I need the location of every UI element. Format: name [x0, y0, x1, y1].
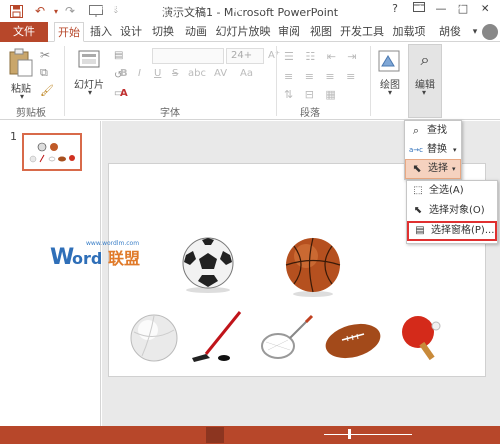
underline-button[interactable]: U [154, 68, 161, 79]
new-slide-dropdown-icon[interactable]: ▾ [80, 88, 100, 97]
replace-label: 替换 [427, 144, 447, 155]
football-image[interactable] [322, 318, 384, 364]
cut-icon[interactable]: ✂ [40, 48, 50, 62]
user-name[interactable]: 胡俊 [434, 22, 466, 42]
tab-transitions[interactable]: 切换 [150, 22, 176, 42]
slide-sorter-icon[interactable]: ▦ [232, 3, 241, 14]
paste-icon[interactable] [8, 48, 34, 78]
tab-slideshow[interactable]: 幻灯片放映 [214, 22, 272, 42]
replace-icon: a→c [409, 146, 424, 154]
group-label-clipboard: 剪贴板 [16, 108, 46, 119]
draw-dropdown-icon[interactable]: ▾ [380, 88, 400, 97]
soccer-ball-image[interactable] [178, 235, 238, 295]
help-button[interactable]: ? [386, 2, 404, 18]
select-menu-item[interactable]: ⬉ 选择 ▾ [405, 159, 461, 179]
new-slide-icon[interactable] [78, 50, 100, 72]
tab-file[interactable]: 文件 [0, 22, 48, 42]
bold-button[interactable]: B [120, 68, 128, 79]
tab-addins[interactable]: 加载项 [390, 22, 428, 42]
change-case-button[interactable]: Aa [240, 68, 253, 79]
grow-font-icon[interactable]: A⁺ [268, 50, 280, 61]
font-name-box[interactable] [152, 48, 224, 64]
text-direction-icon[interactable]: ⇅ ⊟ ▦ [284, 88, 340, 101]
select-all-label: 全选(A) [429, 185, 464, 196]
volleyball-image[interactable] [128, 312, 180, 364]
badminton-racket-image[interactable] [258, 312, 316, 364]
notes-button[interactable]: 备注 [112, 3, 132, 18]
cursor-icon: ⬉ [413, 205, 423, 216]
group-label-paragraph: 段落 [300, 108, 320, 119]
group-separator [276, 46, 277, 116]
strikethrough-button[interactable]: S [172, 68, 178, 79]
tab-view[interactable]: 视图 [308, 22, 334, 42]
save-icon[interactable] [8, 3, 24, 19]
font-size-box[interactable]: 24+ [226, 48, 264, 64]
user-dropdown-icon[interactable]: ▾ [468, 22, 482, 42]
align-buttons-icon[interactable]: ≡ ≡ ≡ ≡ [284, 70, 359, 83]
italic-button[interactable]: I [138, 68, 141, 79]
find-label: 查找 [427, 125, 447, 136]
basketball-image[interactable] [282, 236, 344, 298]
tab-developer[interactable]: 开发工具 [338, 22, 386, 42]
select-all-menu-item[interactable]: ⬚ 全选(A) [407, 181, 497, 201]
svg-text:ord: ord [72, 249, 102, 266]
draw-icon[interactable] [378, 50, 400, 72]
copy-icon[interactable]: ⧉ [40, 66, 48, 80]
select-objects-label: 选择对象(O) [429, 205, 485, 216]
watermark-logo: W ord 联盟 [50, 240, 154, 270]
tab-design[interactable]: 设计 [118, 22, 144, 42]
select-objects-menu-item[interactable]: ⬉ 选择对象(O) [407, 201, 497, 221]
hockey-stick-image[interactable] [188, 308, 246, 364]
edit-dropdown-icon[interactable]: ▾ [414, 88, 434, 97]
redo-icon[interactable]: ↷ [62, 3, 78, 19]
selection-pane-label: 选择窗格(P)... [431, 225, 495, 236]
zoom-slider-thumb[interactable] [348, 429, 351, 439]
avatar[interactable] [482, 24, 498, 40]
replace-menu-item[interactable]: a→c 替换 ▾ [405, 140, 461, 160]
group-label-font: 字体 [160, 108, 180, 119]
select-dropdown-icon: ▾ [452, 165, 456, 173]
zoom-slider-track[interactable] [324, 434, 412, 435]
tab-home[interactable]: 开始 [54, 22, 84, 42]
char-spacing-button[interactable]: AV [214, 68, 227, 79]
fit-slide-icon[interactable]: ⛶ [476, 3, 483, 14]
zoom-out-button[interactable]: − [312, 3, 320, 14]
format-painter-icon[interactable]: 🖌 [40, 84, 54, 97]
select-all-icon: ⬚ [413, 185, 423, 196]
slide-thumbnail[interactable] [22, 133, 82, 171]
zoom-level[interactable]: 35% [442, 3, 464, 14]
group-separator [64, 46, 65, 116]
tab-animations[interactable]: 动画 [183, 22, 209, 42]
zoom-in-button[interactable]: + [416, 3, 424, 14]
replace-dropdown-icon: ▾ [453, 146, 457, 154]
status-bar [0, 426, 500, 444]
shadow-button[interactable]: abc [188, 68, 206, 79]
ping-pong-paddle-image[interactable] [398, 312, 446, 364]
list-buttons-icon[interactable]: ☰ ☷ ⇤ ⇥ [284, 50, 361, 63]
font-color-button[interactable]: A [120, 88, 128, 99]
group-separator [370, 46, 371, 116]
cursor-icon: ⬉ [412, 162, 422, 175]
tab-review[interactable]: 审阅 [276, 22, 302, 42]
comments-button[interactable]: 批注 [160, 3, 180, 18]
svg-text:W: W [50, 245, 74, 266]
find-menu-item[interactable]: ⌕ 查找 [405, 121, 461, 141]
select-label: 选择 [428, 163, 448, 174]
paste-dropdown-icon[interactable]: ▾ [12, 92, 32, 101]
comments-icon[interactable]: ▬ [148, 3, 157, 14]
selection-pane-icon: ▤ [415, 225, 425, 236]
layout-icon[interactable]: ▤ [114, 50, 123, 61]
tab-insert[interactable]: 插入 [88, 22, 114, 42]
reading-view-icon[interactable]: ▯ [258, 3, 264, 14]
slide-number: 1 [10, 130, 17, 143]
svg-text:联盟: 联盟 [108, 249, 140, 266]
notes-icon[interactable]: ≙ [100, 3, 108, 14]
undo-icon[interactable]: ↶ [32, 3, 48, 19]
normal-view-icon[interactable] [206, 427, 224, 443]
selection-pane-menu-item[interactable]: ▤ 选择窗格(P)... [407, 221, 497, 241]
binoculars-icon[interactable]: ⌕ [414, 50, 436, 72]
slideshow-icon[interactable]: ▭ [284, 3, 293, 14]
binoculars-icon: ⌕ [412, 124, 420, 137]
